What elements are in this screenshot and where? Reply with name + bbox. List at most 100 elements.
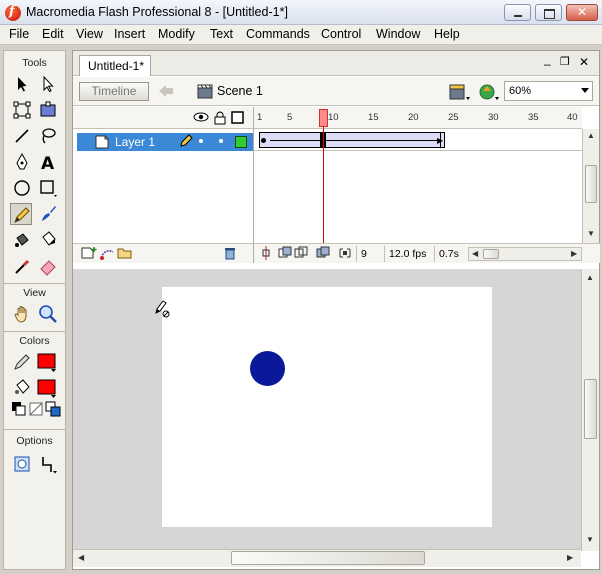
menu-file[interactable]: File — [9, 27, 29, 41]
insert-layer-icon[interactable] — [81, 246, 97, 263]
scroll-up-icon[interactable]: ▲ — [586, 273, 594, 282]
lock-icon[interactable] — [213, 110, 227, 128]
menu-text[interactable]: Text — [210, 27, 233, 41]
fill-transform-tool[interactable] — [37, 99, 59, 121]
add-motion-guide-icon[interactable] — [99, 246, 115, 263]
menu-insert[interactable]: Insert — [114, 27, 145, 41]
scroll-thumb[interactable] — [483, 249, 499, 259]
selection-tool[interactable] — [11, 73, 33, 95]
layer-name[interactable]: Layer 1 — [115, 135, 155, 149]
timeline-ruler[interactable]: 1 5 10 15 20 25 30 35 40 — [254, 107, 582, 129]
zoom-select[interactable]: 60% — [504, 81, 593, 101]
eye-icon[interactable] — [193, 110, 209, 127]
eyedropper-tool[interactable] — [11, 255, 33, 277]
subselection-tool[interactable] — [37, 73, 59, 95]
doc-restore-icon[interactable]: ❐ — [560, 55, 570, 68]
svg-text:A: A — [41, 154, 55, 173]
oval-tool[interactable] — [11, 177, 33, 199]
layer-row[interactable]: Layer 1 — [77, 133, 253, 151]
hand-tool[interactable] — [11, 303, 33, 325]
ruler-number: 1 — [257, 112, 263, 123]
circle-shape[interactable] — [250, 351, 285, 386]
timeline-toggle-button[interactable]: Timeline — [79, 82, 149, 101]
timeline-horizontal-scrollbar[interactable]: ◀ ▶ — [468, 247, 582, 261]
pencil-tool[interactable] — [10, 203, 32, 225]
document-tab-bar: Untitled-1* – ❐ ✕ — [73, 51, 599, 76]
pencil-mode-icon[interactable] — [37, 453, 59, 475]
stroke-color-swatch[interactable] — [36, 351, 58, 373]
layer-outline-color[interactable] — [235, 136, 247, 148]
layer-header — [73, 107, 253, 129]
motion-tween-span[interactable]: ▶ — [259, 132, 445, 148]
scroll-down-icon[interactable]: ▼ — [586, 535, 594, 544]
stage-vertical-scrollbar[interactable]: ▲ ▼ — [581, 269, 599, 551]
scroll-right-icon[interactable]: ▶ — [567, 553, 573, 562]
scroll-left-icon[interactable]: ◀ — [472, 249, 478, 258]
scroll-thumb[interactable] — [231, 551, 425, 565]
free-transform-tool[interactable] — [11, 99, 33, 121]
paint-bucket-tool[interactable] — [37, 229, 59, 251]
timeline-status-bar: 9 12.0 fps 0.7s ◀ ▶ — [254, 243, 600, 263]
swap-colors-icon[interactable] — [45, 401, 61, 417]
scroll-right-icon[interactable]: ▶ — [571, 249, 577, 258]
eraser-tool[interactable] — [37, 255, 59, 277]
scroll-down-icon[interactable]: ▼ — [587, 229, 595, 238]
doc-close-icon[interactable]: ✕ — [579, 55, 589, 69]
ink-bottle-tool[interactable] — [11, 229, 33, 251]
doc-minimize-icon[interactable]: – — [544, 57, 551, 71]
menu-modify[interactable]: Modify — [158, 27, 195, 41]
modify-onion-markers-icon[interactable] — [338, 246, 352, 263]
work-area[interactable] — [73, 269, 599, 549]
scroll-left-icon[interactable]: ◀ — [78, 553, 84, 562]
scroll-up-icon[interactable]: ▲ — [587, 131, 595, 140]
center-frame-icon[interactable] — [260, 246, 272, 263]
menu-view[interactable]: View — [76, 27, 103, 41]
menu-edit[interactable]: Edit — [42, 27, 64, 41]
object-drawing-icon[interactable] — [11, 453, 33, 475]
menu-commands[interactable]: Commands — [246, 27, 310, 41]
flash-app-icon[interactable] — [5, 4, 21, 21]
scroll-thumb[interactable] — [585, 165, 597, 203]
colors-section-label: Colors — [19, 335, 50, 347]
edit-symbols-icon[interactable] — [477, 82, 501, 105]
no-color-icon[interactable] — [28, 401, 44, 417]
menu-control[interactable]: Control — [321, 27, 361, 41]
back-arrow-icon[interactable] — [157, 83, 175, 102]
document-tab[interactable]: Untitled-1* — [79, 55, 151, 76]
zoom-tool[interactable] — [37, 303, 59, 325]
playhead[interactable] — [319, 109, 328, 127]
pencil-icon — [179, 134, 193, 151]
close-button[interactable] — [566, 4, 598, 21]
lasso-tool[interactable] — [37, 125, 59, 147]
maximize-button[interactable] — [535, 4, 562, 21]
insert-folder-icon[interactable] — [117, 246, 133, 263]
rectangle-tool[interactable] — [37, 177, 59, 199]
menu-window[interactable]: Window — [376, 27, 420, 41]
layer-frames[interactable]: ▶ — [254, 129, 582, 151]
trash-icon[interactable] — [223, 246, 237, 263]
fill-color-swatch[interactable] — [36, 377, 58, 399]
onion-skin-outlines-icon[interactable] — [294, 246, 308, 263]
pen-tool[interactable] — [11, 151, 33, 173]
scroll-thumb[interactable] — [584, 379, 597, 439]
brush-tool[interactable] — [37, 203, 59, 225]
stage[interactable] — [162, 287, 492, 527]
ruler-number: 5 — [287, 112, 293, 123]
start-keyframe[interactable] — [261, 138, 266, 143]
lock-dot[interactable] — [219, 139, 223, 143]
fill-color-icon — [11, 377, 33, 399]
minimize-button[interactable] — [504, 4, 531, 21]
visibility-dot[interactable] — [199, 139, 203, 143]
stage-horizontal-scrollbar[interactable]: ◀ ▶ — [73, 549, 581, 567]
onion-skin-icon[interactable] — [278, 246, 292, 263]
text-tool[interactable]: A — [37, 151, 59, 173]
timeline-vertical-scrollbar[interactable]: ▲ ▼ — [582, 129, 599, 243]
current-frame: 9 — [356, 246, 384, 262]
edit-multiple-frames-icon[interactable] — [316, 246, 330, 263]
black-white-icon[interactable] — [11, 401, 27, 417]
line-tool[interactable] — [11, 125, 33, 147]
edit-scene-icon[interactable] — [448, 82, 472, 105]
outline-icon[interactable] — [231, 111, 244, 127]
elapsed-time: 0.7s — [434, 246, 466, 262]
menu-help[interactable]: Help — [434, 27, 460, 41]
